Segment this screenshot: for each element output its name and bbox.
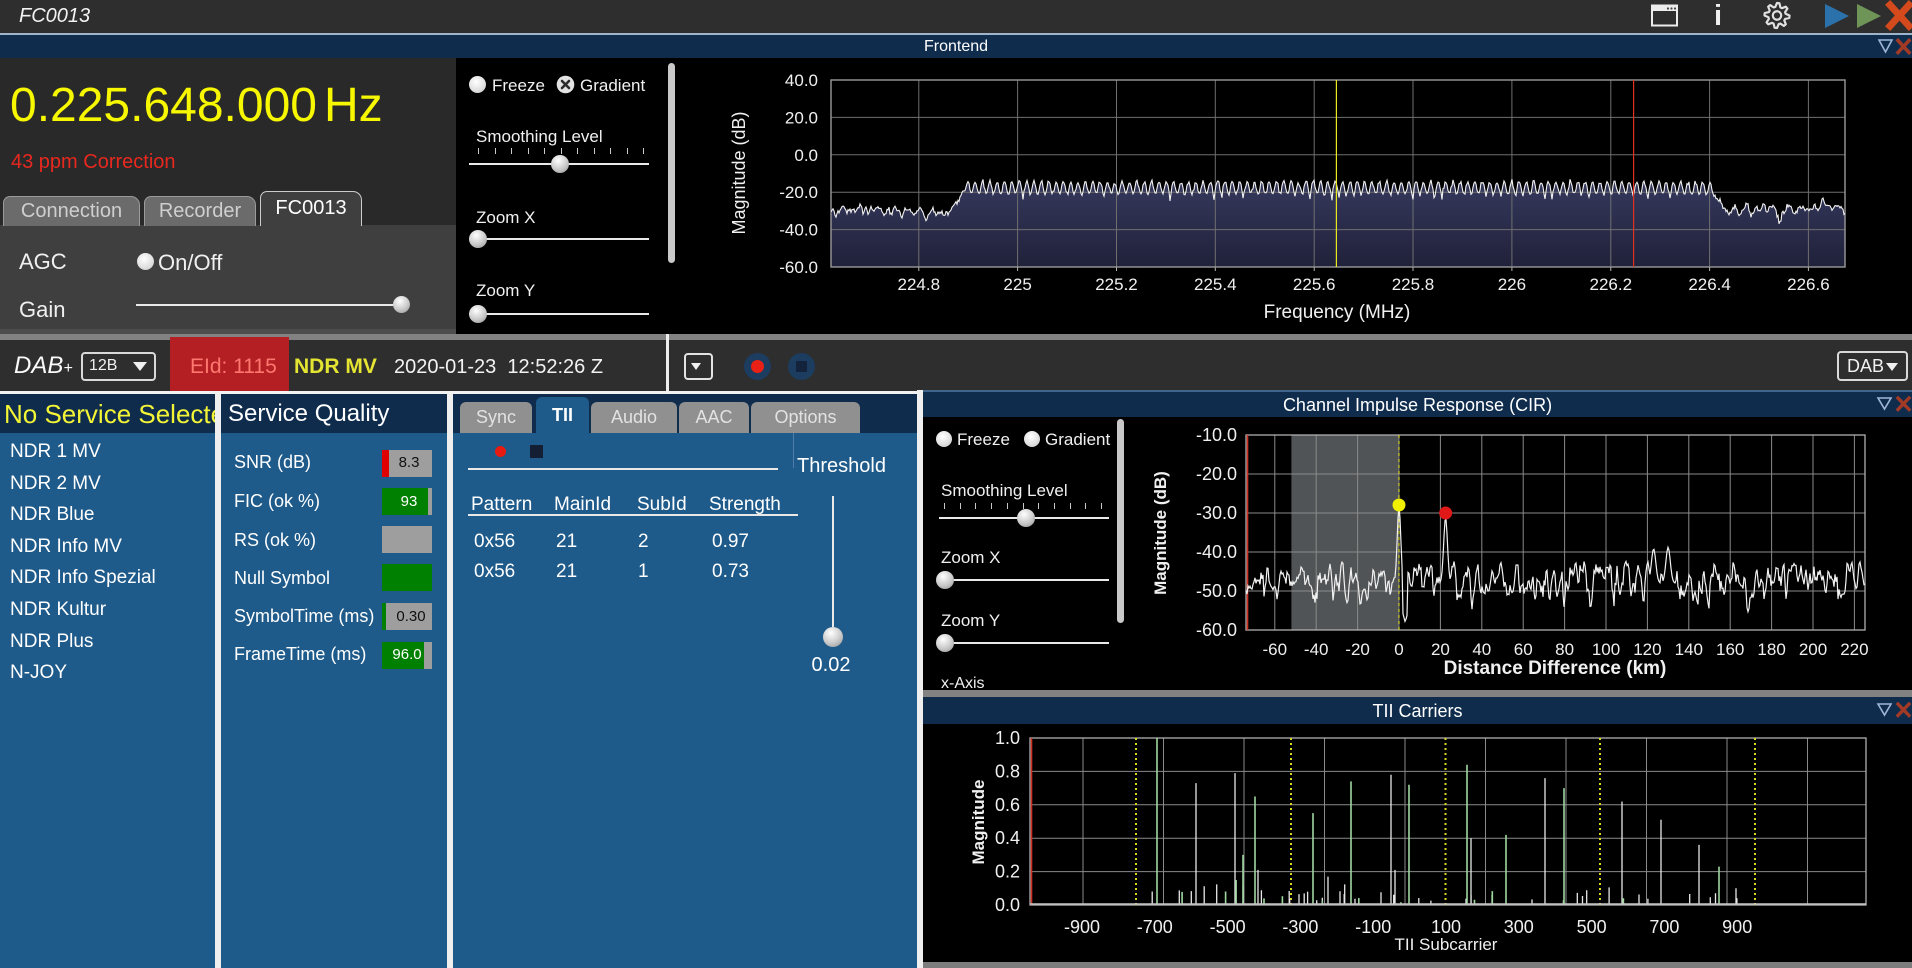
svg-text:225.8: 225.8	[1392, 275, 1435, 294]
svg-text:-60.0: -60.0	[1196, 620, 1237, 640]
svg-text:-900: -900	[1064, 917, 1100, 937]
svg-text:180: 180	[1757, 640, 1785, 659]
svg-text:-300: -300	[1282, 917, 1318, 937]
svg-text:TII Subcarrier: TII Subcarrier	[1395, 935, 1498, 954]
svg-text:0.0: 0.0	[794, 146, 818, 165]
svg-text:0: 0	[1394, 640, 1403, 659]
svg-text:-100: -100	[1355, 917, 1391, 937]
svg-text:100: 100	[1431, 917, 1461, 937]
svg-text:1.0: 1.0	[995, 728, 1020, 748]
svg-text:0.0: 0.0	[995, 895, 1020, 915]
svg-text:Magnitude (dB): Magnitude (dB)	[1151, 471, 1170, 595]
svg-text:100: 100	[1592, 640, 1620, 659]
svg-text:225.6: 225.6	[1293, 275, 1336, 294]
svg-text:140: 140	[1675, 640, 1703, 659]
svg-text:Distance Difference (km): Distance Difference (km)	[1444, 658, 1667, 679]
svg-text:-20.0: -20.0	[779, 183, 818, 202]
svg-text:200: 200	[1799, 640, 1827, 659]
svg-text:-40.0: -40.0	[779, 221, 818, 240]
svg-text:40: 40	[1472, 640, 1491, 659]
svg-text:0.6: 0.6	[995, 795, 1020, 815]
svg-text:60: 60	[1514, 640, 1533, 659]
svg-text:-20: -20	[1345, 640, 1370, 659]
svg-text:Magnitude: Magnitude	[969, 780, 988, 865]
svg-text:120: 120	[1633, 640, 1661, 659]
svg-text:Frequency (MHz): Frequency (MHz)	[1264, 302, 1411, 323]
svg-text:700: 700	[1649, 917, 1679, 937]
svg-text:225.4: 225.4	[1194, 275, 1237, 294]
svg-text:900: 900	[1722, 917, 1752, 937]
svg-text:500: 500	[1577, 917, 1607, 937]
svg-text:0.4: 0.4	[995, 828, 1020, 848]
svg-text:224.8: 224.8	[898, 275, 941, 294]
svg-text:80: 80	[1555, 640, 1574, 659]
svg-text:-30.0: -30.0	[1196, 503, 1237, 523]
svg-text:226.6: 226.6	[1787, 275, 1830, 294]
svg-text:-60: -60	[1263, 640, 1288, 659]
svg-text:225.2: 225.2	[1095, 275, 1138, 294]
svg-text:20: 20	[1431, 640, 1450, 659]
svg-text:40.0: 40.0	[785, 71, 818, 90]
svg-text:225: 225	[1003, 275, 1031, 294]
svg-text:226: 226	[1498, 275, 1526, 294]
svg-text:-40: -40	[1304, 640, 1329, 659]
svg-text:-40.0: -40.0	[1196, 542, 1237, 562]
svg-text:0.8: 0.8	[995, 761, 1020, 781]
svg-text:-10.0: -10.0	[1196, 425, 1237, 445]
svg-text:Magnitude (dB): Magnitude (dB)	[729, 111, 749, 234]
svg-text:226.2: 226.2	[1590, 275, 1633, 294]
svg-text:220: 220	[1840, 640, 1868, 659]
svg-text:0.2: 0.2	[995, 862, 1020, 882]
svg-text:160: 160	[1716, 640, 1744, 659]
svg-text:i: i	[1714, 0, 1722, 32]
svg-text:-20.0: -20.0	[1196, 464, 1237, 484]
svg-text:-60.0: -60.0	[779, 258, 818, 277]
svg-text:300: 300	[1504, 917, 1534, 937]
svg-text:-700: -700	[1137, 917, 1173, 937]
svg-text:20.0: 20.0	[785, 108, 818, 127]
svg-text:226.4: 226.4	[1688, 275, 1731, 294]
svg-text:-50.0: -50.0	[1196, 581, 1237, 601]
svg-text:-500: -500	[1210, 917, 1246, 937]
